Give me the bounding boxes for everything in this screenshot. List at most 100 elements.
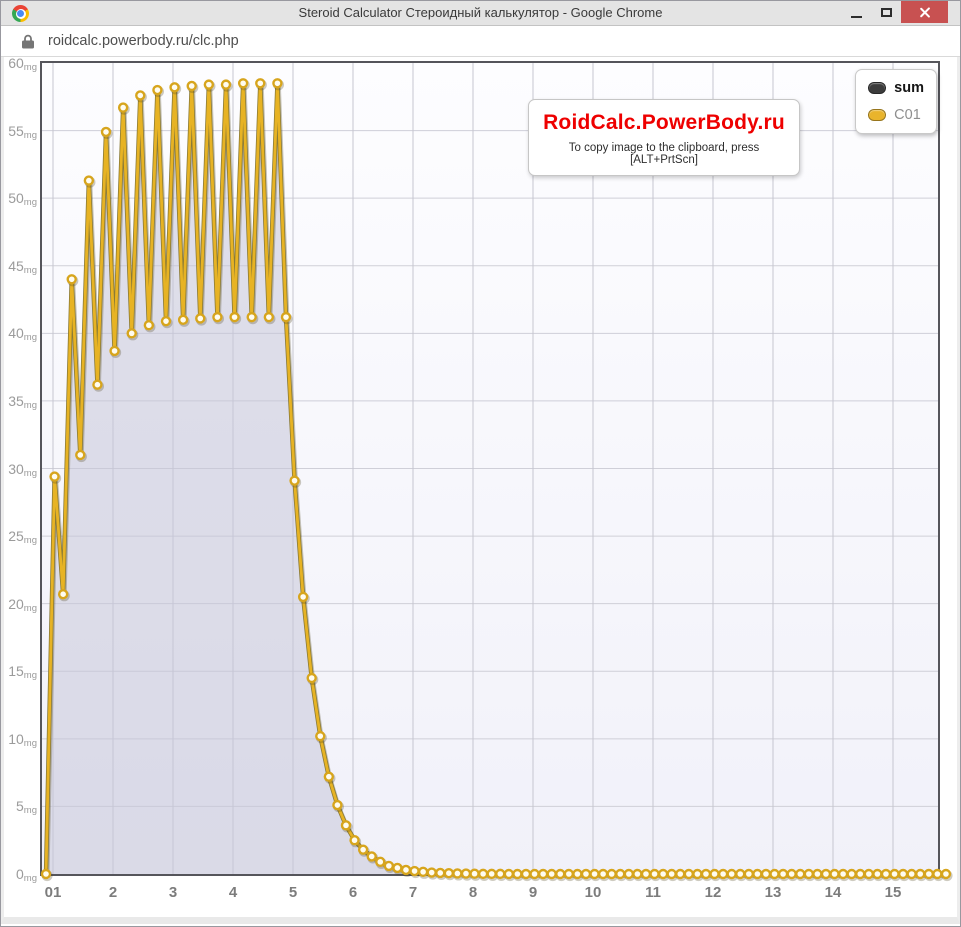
data-point xyxy=(856,870,864,878)
data-point xyxy=(831,870,839,878)
data-point xyxy=(488,870,496,878)
data-point xyxy=(788,870,796,878)
data-point xyxy=(93,381,101,389)
watermark-box: RoidCalc.PowerBody.ru To copy image to t… xyxy=(528,99,800,176)
data-point xyxy=(256,79,264,87)
y-tick-label: 45mg xyxy=(4,257,37,275)
data-point xyxy=(299,593,307,601)
data-point xyxy=(248,313,256,321)
y-tick-label: 15mg xyxy=(4,662,37,680)
data-point xyxy=(51,473,59,481)
data-point xyxy=(128,329,136,337)
data-point xyxy=(719,870,727,878)
close-icon xyxy=(919,7,930,18)
data-point xyxy=(891,870,899,878)
data-point xyxy=(162,317,170,325)
x-tick-label: 14 xyxy=(811,884,855,901)
y-tick-label: 5mg xyxy=(4,797,37,815)
data-point xyxy=(933,870,941,878)
data-point xyxy=(239,79,247,87)
data-point xyxy=(231,313,239,321)
x-tick-label: 12 xyxy=(691,884,735,901)
data-point xyxy=(882,870,890,878)
address-bar[interactable]: roidcalc.powerbody.ru/clc.php xyxy=(1,26,960,57)
data-point xyxy=(496,870,504,878)
watermark-subtitle: To copy image to the clipboard, press [A… xyxy=(537,142,791,166)
data-point xyxy=(188,82,196,90)
data-point xyxy=(728,870,736,878)
browser-window: Steroid Calculator Стероидный калькулято… xyxy=(0,0,961,927)
x-tick-label: 8 xyxy=(451,884,495,901)
data-point xyxy=(556,870,564,878)
window-controls xyxy=(841,1,948,23)
data-point xyxy=(779,870,787,878)
data-point xyxy=(711,870,719,878)
y-tick-label: 50mg xyxy=(4,189,37,207)
data-point xyxy=(625,870,633,878)
data-point xyxy=(411,867,419,875)
data-point xyxy=(325,773,333,781)
data-point xyxy=(68,275,76,283)
data-point xyxy=(771,870,779,878)
data-point xyxy=(848,870,856,878)
x-tick-label: 9 xyxy=(511,884,555,901)
y-tick-label: 25mg xyxy=(4,527,37,545)
close-button[interactable] xyxy=(901,1,948,23)
url-text: roidcalc.powerbody.ru/clc.php xyxy=(48,33,239,49)
data-point xyxy=(839,870,847,878)
data-point xyxy=(908,870,916,878)
data-point xyxy=(291,477,299,485)
data-point xyxy=(539,870,547,878)
data-point xyxy=(136,91,144,99)
data-point xyxy=(453,869,461,877)
chart-plot-area xyxy=(40,61,940,876)
data-point xyxy=(582,870,590,878)
data-point xyxy=(762,870,770,878)
data-point xyxy=(505,870,513,878)
data-point xyxy=(608,870,616,878)
legend-label: sum xyxy=(894,80,924,96)
y-tick-label: 0mg xyxy=(4,865,37,883)
minimize-button[interactable] xyxy=(841,1,871,23)
data-point xyxy=(522,870,530,878)
data-point xyxy=(171,83,179,91)
window-titlebar[interactable]: Steroid Calculator Стероидный калькулято… xyxy=(1,1,960,26)
data-point xyxy=(179,316,187,324)
data-point xyxy=(865,870,873,878)
data-point xyxy=(436,869,444,877)
chart-canvas xyxy=(42,63,938,874)
data-point xyxy=(368,852,376,860)
data-point xyxy=(111,347,119,355)
data-point xyxy=(873,870,881,878)
x-tick-label: 13 xyxy=(751,884,795,901)
lock-icon xyxy=(22,34,34,49)
data-point xyxy=(393,864,401,872)
data-point xyxy=(822,870,830,878)
data-point xyxy=(85,177,93,185)
data-point xyxy=(119,104,127,112)
data-point xyxy=(548,870,556,878)
page-content: 0mg5mg10mg15mg20mg25mg30mg35mg40mg45mg50… xyxy=(1,57,960,924)
legend-item[interactable]: C01 xyxy=(868,107,924,123)
data-point xyxy=(196,314,204,322)
watermark-title: RoidCalc.PowerBody.ru xyxy=(537,111,791,135)
data-point xyxy=(633,870,641,878)
x-tick-label: 3 xyxy=(151,884,195,901)
data-point xyxy=(59,590,67,598)
maximize-button[interactable] xyxy=(871,1,901,23)
data-point xyxy=(702,870,710,878)
data-point xyxy=(222,81,230,89)
data-point xyxy=(531,870,539,878)
data-point xyxy=(745,870,753,878)
data-point xyxy=(419,868,427,876)
y-tick-label: 20mg xyxy=(4,595,37,613)
data-point xyxy=(651,870,659,878)
x-tick-label: 10 xyxy=(571,884,615,901)
x-tick-label: 11 xyxy=(631,884,675,901)
legend-item[interactable]: sum xyxy=(868,80,924,96)
y-tick-label: 10mg xyxy=(4,730,37,748)
data-point xyxy=(145,321,153,329)
data-point xyxy=(942,870,950,878)
data-point xyxy=(76,451,84,459)
data-point xyxy=(42,870,50,878)
